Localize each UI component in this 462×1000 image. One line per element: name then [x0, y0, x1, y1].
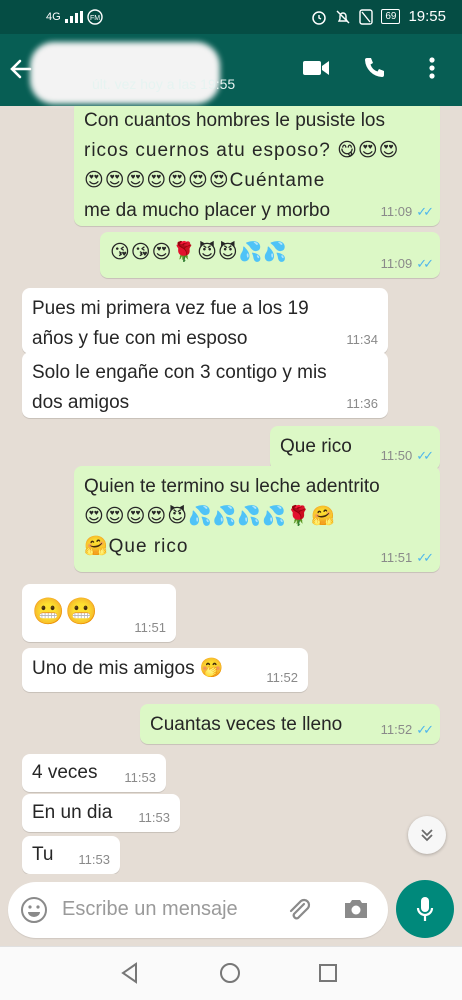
battery-level: 69 [381, 9, 401, 24]
paperclip-icon [289, 898, 311, 920]
emoji-icon [21, 897, 47, 923]
nav-recents-button[interactable] [316, 961, 342, 987]
alarm-icon [312, 10, 327, 25]
message-text: me da mucho placer y morbo [84, 200, 331, 221]
read-ticks-icon: ✓✓ [416, 448, 434, 463]
message-time: 11:53 [124, 770, 156, 785]
message-time: 11:36 [346, 396, 378, 411]
message-time: 11:34 [346, 332, 378, 347]
status-right: 69 19:55 [311, 8, 446, 25]
message-bubble[interactable]: Pues mi primera vez fue a los 19 años y … [22, 288, 388, 354]
nav-home-button[interactable] [218, 961, 244, 987]
message-text: años y fue con mi esposo [32, 328, 248, 349]
emoji-button[interactable] [20, 896, 48, 924]
message-time: 11:09 ✓✓ [380, 256, 434, 271]
svg-text:FM: FM [90, 15, 100, 22]
message-text: Solo le engañe con 3 contigo y mis [32, 362, 327, 383]
camera-button[interactable] [342, 896, 370, 924]
message-text: ricos cuernos atu esposo? 😋😍😍 [84, 140, 400, 161]
message-text: 😍😍😍😍😍😍😍Cuéntame [84, 170, 326, 191]
message-composer [8, 882, 388, 938]
scroll-to-bottom-button[interactable] [408, 816, 446, 854]
attach-button[interactable] [284, 896, 312, 924]
message-bubble[interactable]: Con cuantos hombres le pusiste los ricos… [74, 106, 440, 226]
message-time: 11:52 ✓✓ [380, 722, 434, 737]
more-options-button[interactable] [418, 54, 446, 82]
message-input[interactable] [62, 894, 272, 924]
network-label: 4G [46, 11, 61, 23]
status-left: 4G FM [46, 9, 103, 25]
last-seen-status: últ. vez hoy a las 19:55 [92, 76, 236, 92]
triangle-back-icon [121, 962, 137, 984]
double-chevron-down-icon [421, 829, 433, 842]
nav-back-button[interactable] [118, 961, 144, 987]
message-bubble[interactable]: Que rico 11:50 ✓✓ [270, 426, 440, 470]
header-actions [302, 54, 446, 82]
message-time: 11:09 ✓✓ [380, 204, 434, 219]
read-ticks-icon: ✓✓ [416, 204, 434, 219]
message-text: dos amigos [32, 392, 130, 413]
chat-area[interactable]: Con cuantos hombres le pusiste los ricos… [0, 106, 462, 874]
message-bubble[interactable]: Cuantas veces te lleno 11:52 ✓✓ [140, 704, 440, 744]
message-text: Pues mi primera vez fue a los 19 [32, 298, 309, 319]
read-ticks-icon: ✓✓ [416, 256, 434, 271]
message-text: Quien te termino su leche adentrito [84, 476, 380, 497]
circle-home-icon [220, 963, 240, 983]
message-text: Uno de mis amigos 🤭 [32, 658, 224, 679]
fm-icon: FM [86, 9, 103, 25]
more-vert-icon [429, 57, 435, 79]
phone-icon [365, 58, 384, 77]
mic-button[interactable] [396, 880, 454, 938]
status-time: 19:55 [408, 8, 446, 25]
no-sim-icon [359, 8, 374, 25]
message-time: 11:53 [138, 810, 170, 825]
message-bubble[interactable]: 😬😬 11:51 [22, 584, 176, 642]
read-ticks-icon: ✓✓ [416, 550, 434, 565]
message-time: 11:51 ✓✓ [380, 550, 434, 565]
mute-icon [336, 10, 350, 23]
chat-header: últ. vez hoy a las 19:55 [0, 34, 462, 106]
voice-call-button[interactable] [360, 54, 388, 82]
message-time: 11:53 [78, 852, 110, 867]
message-bubble[interactable]: Quien te termino su leche adentrito 😍😍😍😍… [74, 466, 440, 572]
message-bubble[interactable]: Tu 11:53 [22, 836, 120, 874]
message-bubble[interactable]: Solo le engañe con 3 contigo y mis dos a… [22, 352, 388, 418]
read-ticks-icon: ✓✓ [416, 722, 434, 737]
message-bubble[interactable]: 4 veces 11:53 [22, 754, 166, 792]
message-bubble[interactable]: 😘😘😍🌹😈😈💦💦 11:09 ✓✓ [100, 232, 440, 278]
message-bubble[interactable]: En un dia 11:53 [22, 794, 180, 832]
message-time: 11:50 ✓✓ [380, 448, 434, 463]
square-recents-icon [319, 964, 337, 982]
system-nav-bar [0, 946, 462, 1000]
signal-icon [64, 11, 83, 23]
status-bar: 4G FM 69 19:55 [0, 0, 462, 34]
microphone-icon [416, 897, 434, 921]
name-redaction [30, 42, 220, 104]
message-text: Con cuantos hombres le pusiste los [84, 110, 385, 131]
video-call-icon [303, 61, 329, 75]
video-call-button[interactable] [302, 54, 330, 82]
camera-icon [345, 900, 367, 918]
message-bubble[interactable]: Uno de mis amigos 🤭 11:52 [22, 648, 308, 692]
message-time: 11:51 [134, 620, 166, 635]
message-text: 😍😍😍😍😈💦💦💦💦🌹🤗 [84, 506, 336, 527]
message-text: 🤗Que rico [84, 536, 189, 557]
message-time: 11:52 [266, 670, 298, 685]
